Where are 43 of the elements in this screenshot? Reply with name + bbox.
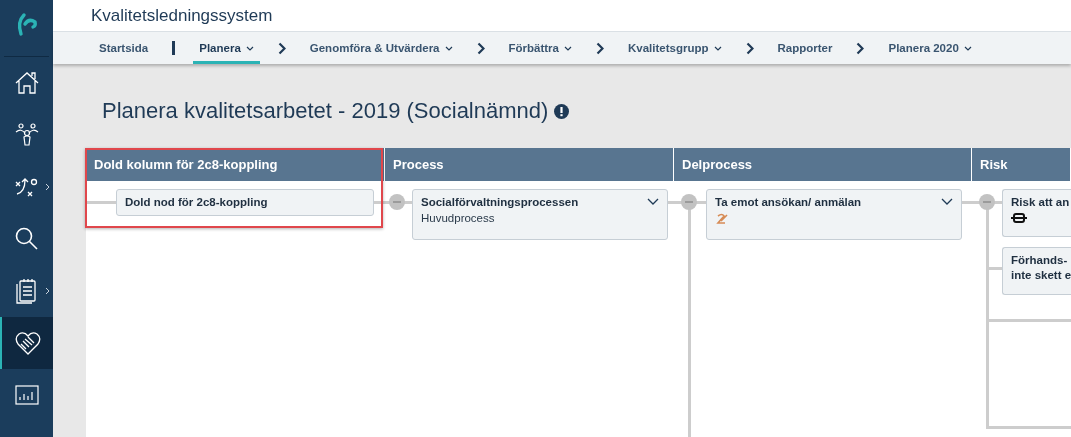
chevron-icon (745, 41, 754, 55)
nav-tab[interactable]: Planera 2020 (882, 32, 978, 64)
chevron-icon (856, 41, 865, 55)
collapse-toggle[interactable] (389, 194, 405, 210)
chevron-icon (476, 41, 485, 55)
caret-icon[interactable] (941, 198, 953, 206)
node-subtitle: Huvudprocess (421, 212, 496, 224)
link-icon (1011, 212, 1027, 224)
handshake-icon (14, 331, 41, 355)
home-icon (13, 70, 40, 96)
page-title: Planera kvalitetsarbetet - 2019 (Socialnämnd) (102, 98, 549, 124)
node-card[interactable]: Socialförvaltningsprocessen Huvudprocess (412, 189, 668, 240)
nav-tab[interactable]: Genomföra & Utvärdera (303, 32, 459, 64)
node-title: Risk att an (1011, 196, 1070, 208)
chevron-icon (596, 41, 604, 55)
caret-icon[interactable] (647, 198, 659, 206)
node-title: inte skett e (1011, 269, 1071, 281)
collapse-toggle[interactable] (979, 194, 995, 210)
app-title: Kvalitetsledningssystem (91, 5, 273, 26)
nav-tab[interactable]: Startsida (93, 32, 155, 64)
pen-icon (715, 212, 729, 226)
node-card[interactable]: Risk att an (1002, 189, 1071, 237)
column-header: Dold kolumn för 2c8-koppling (86, 148, 385, 181)
node-title: Förhands- (1011, 254, 1069, 266)
nav-tab[interactable]: Förbättra (502, 32, 578, 64)
column-header: Risk (972, 148, 1071, 181)
sidebar-item[interactable] (0, 317, 53, 369)
node-title: Ta emot ansökan/ anmälan (715, 196, 862, 208)
nav-tab[interactable]: Kvalitetsgrupp (622, 32, 728, 64)
chevron-icon (277, 41, 286, 55)
node-card[interactable]: Dold nod för 2c8-koppling (116, 189, 374, 216)
node-title: Socialförvaltningsprocessen (421, 196, 579, 208)
info-icon[interactable] (554, 103, 570, 119)
collapse-toggle[interactable] (681, 194, 697, 210)
people-icon (13, 122, 40, 148)
chart-icon (14, 385, 39, 405)
nav-tab[interactable]: Rapporter (771, 32, 839, 64)
node-title: Dold nod för 2c8-koppling (125, 196, 268, 208)
search-icon (13, 226, 40, 252)
node-card[interactable]: Förhands- inte skett e (1002, 247, 1071, 295)
node-card[interactable]: Ta emot ansökan/ anmälan (706, 189, 962, 240)
column-header: Process (385, 148, 674, 181)
column-header: Delprocess (674, 148, 972, 181)
